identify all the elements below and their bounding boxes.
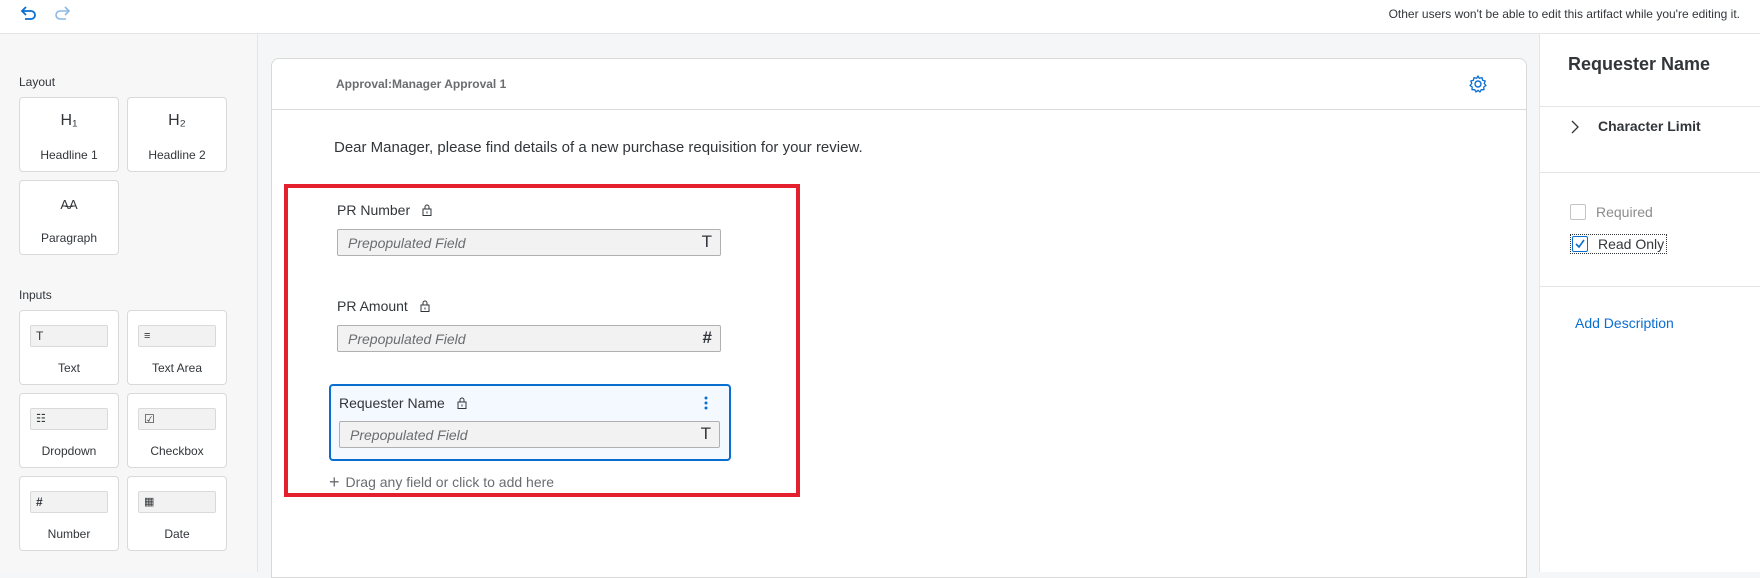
pr-number-label-wrap: PR Number (337, 202, 432, 218)
palette-item-label: Number (47, 527, 91, 541)
requester-name-label-wrap: Requester Name (339, 395, 467, 411)
palette-item-label: Date (164, 527, 190, 541)
text-type-icon: T (700, 424, 711, 443)
pr-number-input[interactable]: Prepopulated Field T (337, 229, 721, 256)
palette-headline-2[interactable]: H₂ Headline 2 (127, 97, 227, 172)
palette-text[interactable]: T Text (19, 310, 119, 385)
add-description-link[interactable]: Add Description (1575, 315, 1674, 331)
palette-item-label: Headline 1 (40, 148, 98, 162)
chevron-right-icon[interactable] (1570, 120, 1580, 134)
palette-item-label: Headline 2 (148, 148, 206, 162)
read-only-checkbox[interactable] (1572, 236, 1588, 252)
drag-hint-text: Drag any field or click to add here (345, 474, 555, 490)
palette-checkbox[interactable]: ☑ Checkbox (127, 393, 227, 468)
pr-amount-label-wrap: PR Amount (337, 298, 430, 314)
gear-icon[interactable] (1468, 74, 1488, 94)
field-label: Requester Name (339, 395, 445, 411)
paragraph-icon: A̶A (60, 197, 78, 212)
lock-icon (420, 300, 430, 312)
number-icon: # (30, 491, 108, 513)
required-checkbox-row[interactable]: Required (1570, 204, 1653, 220)
palette-item-label: Paragraph (40, 231, 98, 245)
properties-title: Requester Name (1568, 54, 1711, 74)
lock-icon (422, 204, 432, 216)
headline-1-icon: H₁ (60, 112, 78, 129)
palette-item-label: Checkbox (150, 444, 204, 458)
required-checkbox[interactable] (1570, 204, 1586, 220)
requester-name-field[interactable]: Requester Name Prepopulated Field T (339, 395, 729, 455)
read-only-focus-ring: Read Only (1570, 234, 1668, 254)
add-field-dropzone[interactable]: + Drag any field or click to add here (329, 472, 554, 493)
field-placeholder: Prepopulated Field (350, 427, 468, 443)
properties-panel: Requester Name Character Limit Required … (1539, 34, 1760, 572)
read-only-label: Read Only (1598, 236, 1665, 252)
field-palette: Layout H₁ Headline 1 H₂ Headline 2 A̶A P… (0, 34, 258, 572)
headline-2-icon: H₂ (168, 112, 186, 129)
read-only-checkbox-row[interactable]: Read Only (1570, 234, 1668, 254)
number-type-icon: # (702, 328, 712, 347)
form-title: Approval:Manager Approval 1 (336, 77, 507, 91)
palette-number[interactable]: # Number (19, 476, 119, 551)
form-canvas: Approval:Manager Approval 1 Dear Manager… (258, 34, 1539, 578)
divider (1540, 172, 1760, 173)
date-icon: ▦ (138, 491, 216, 513)
checkmark-icon (1575, 239, 1585, 249)
text-input-icon: T (30, 325, 108, 347)
top-bar: Other users won't be able to edit this a… (0, 0, 1760, 34)
palette-date[interactable]: ▦ Date (127, 476, 227, 551)
undo-icon[interactable] (18, 4, 38, 24)
character-limit-toggle[interactable]: Character Limit (1598, 118, 1701, 134)
palette-text-area[interactable]: ≡ Text Area (127, 310, 227, 385)
palette-dropdown[interactable]: ☷ Dropdown (19, 393, 119, 468)
field-label: PR Amount (337, 298, 408, 314)
dropdown-icon: ☷ (30, 408, 108, 430)
required-label: Required (1596, 204, 1653, 220)
palette-item-label: Dropdown (41, 444, 97, 458)
text-type-icon: T (701, 232, 712, 251)
field-label: PR Number (337, 202, 411, 218)
palette-headline-1[interactable]: H₁ Headline 1 (19, 97, 119, 172)
plus-icon: + (329, 472, 340, 492)
field-placeholder: Prepopulated Field (348, 235, 466, 251)
lock-icon (457, 397, 467, 409)
intro-paragraph: Dear Manager, please find details of a n… (334, 139, 863, 156)
palette-item-label: Text Area (151, 361, 203, 375)
requester-name-input[interactable]: Prepopulated Field T (339, 421, 720, 448)
redo-icon[interactable] (53, 4, 73, 24)
text-area-icon: ≡ (138, 325, 216, 347)
inputs-section-title: Inputs (19, 288, 52, 302)
divider (1540, 106, 1760, 107)
palette-paragraph[interactable]: A̶A Paragraph (19, 180, 119, 255)
pr-amount-input[interactable]: Prepopulated Field # (337, 325, 721, 352)
pr-number-field[interactable]: PR Number Prepopulated Field T (337, 202, 727, 262)
palette-item-label: Text (57, 361, 80, 375)
divider (1540, 286, 1760, 287)
checkbox-icon: ☑ (138, 408, 216, 430)
pr-amount-field[interactable]: PR Amount Prepopulated Field # (337, 298, 727, 358)
field-placeholder: Prepopulated Field (348, 331, 466, 347)
editing-lock-notice: Other users won't be able to edit this a… (1388, 7, 1740, 21)
layout-section-title: Layout (19, 75, 56, 89)
form-header: Approval:Manager Approval 1 (272, 59, 1526, 110)
form-card: Approval:Manager Approval 1 Dear Manager… (271, 58, 1527, 578)
